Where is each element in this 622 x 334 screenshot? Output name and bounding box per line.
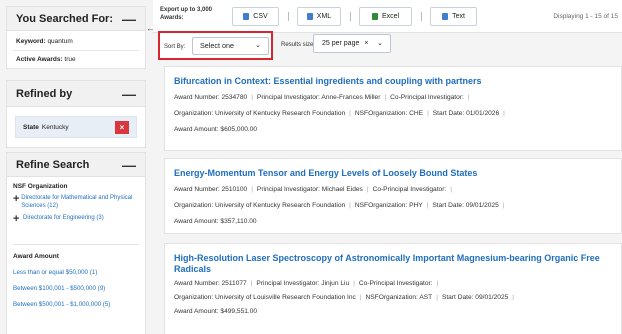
principal-investigator: Principal Investigator: Michael Eides: [256, 186, 363, 193]
award-title-link[interactable]: Energy-Momentum Tensor and Energy Levels…: [174, 168, 612, 179]
state-chip-value: Kentucky: [41, 123, 69, 131]
org-filter-item[interactable]: + Directorate for Engineering (3): [7, 214, 145, 225]
start-date: Start Date: 09/01/2025: [432, 202, 499, 209]
organization: Organization: University of Kentucky Res…: [174, 110, 346, 117]
export-excel-button[interactable]: Excel: [359, 7, 412, 26]
award-title-link[interactable]: Bifurcation in Context: Essential ingred…: [174, 76, 612, 87]
keyword-criteria: Keyword: quantum: [7, 37, 145, 46]
refine-search-panel: Refine Search — NSF Organization + Direc…: [6, 152, 146, 334]
expand-plus-icon[interactable]: +: [13, 194, 21, 205]
searched-panel: You Searched For: — Keyword: quantum Act…: [6, 6, 146, 69]
sidebar: You Searched For: — Keyword: quantum Act…: [0, 0, 155, 334]
divider: [13, 50, 139, 51]
export-text-button[interactable]: Text: [430, 7, 477, 26]
results-size-label: Results size:: [281, 42, 316, 48]
sort-by-value: Select one: [200, 41, 234, 50]
results-size-select[interactable]: 25 per page × ⌄: [313, 34, 391, 53]
org-filter-link[interactable]: Directorate for Engineering (3): [23, 215, 104, 223]
award-number: Award Number: 2510100: [174, 186, 248, 193]
principal-investigator: Principal Investigator: Anne-Frances Mil…: [256, 94, 381, 101]
award-org-line: Organization: University of Kentucky Res…: [174, 202, 505, 209]
collapse-dash-icon[interactable]: —: [122, 12, 136, 26]
organization: Organization: University of Kentucky Res…: [174, 202, 346, 209]
active-value: true: [64, 56, 76, 63]
export-csv-button[interactable]: CSV: [232, 7, 279, 26]
divider: [350, 12, 351, 21]
file-icon: [306, 13, 313, 20]
searched-panel-title: You Searched For:: [16, 12, 113, 25]
remove-filter-icon[interactable]: ×: [115, 121, 129, 134]
export-label: Export up to 3,000 Awards:: [160, 7, 213, 21]
keyword-value: quantum: [47, 38, 73, 45]
amount-filter-link[interactable]: Between $100,001 - $500,000 (9): [7, 285, 145, 292]
start-date: Start Date: 09/01/2025: [441, 294, 509, 301]
state-filter-chip: State Kentucky ×: [15, 116, 137, 138]
award-amount: Award Amount: $499,551.00: [174, 308, 258, 315]
chevron-down-icon: ⌄: [377, 40, 383, 47]
award-number: Award Number: 2534780: [174, 94, 248, 101]
results-count: Displaying 1 - 15 of 15: [553, 13, 618, 20]
refine-search-header[interactable]: Refine Search —: [7, 153, 145, 177]
award-amount: Award Amount: $357,110.00: [174, 218, 257, 225]
nsf-organization: NSFOrganization: AST: [365, 294, 433, 301]
sort-by-label: Sort By:: [164, 44, 186, 50]
sort-by-control: Sort By: Select one ⌄: [158, 31, 273, 60]
refined-by-panel: Refined by — State Kentucky ×: [6, 80, 146, 148]
searched-panel-header[interactable]: You Searched For: —: [7, 7, 145, 31]
excel-label: Excel: [381, 13, 400, 20]
award-result-card: Energy-Momentum Tensor and Energy Levels…: [164, 158, 622, 234]
excel-file-icon: [371, 13, 378, 20]
award-meta-line: Award Number: 2534780 | Principal Investig…: [174, 94, 470, 101]
principal-investigator: Principal Investigator: Jinjun Liu: [256, 280, 350, 287]
award-number: Award Number: 2511077: [174, 280, 247, 287]
collapse-dash-icon[interactable]: —: [122, 158, 136, 172]
file-icon: [442, 13, 449, 20]
organization: Organization: University of Louisville R…: [174, 294, 356, 301]
award-meta-line: Award Number: 2511077 | Principal Investig…: [174, 280, 439, 287]
amount-filter-link[interactable]: Less than or equal $50,000 (1): [7, 269, 145, 276]
award-title-link[interactable]: High-Resolution Laser Spectroscopy of As…: [174, 253, 612, 275]
export-toolbar: Export up to 3,000 Awards: CSV XML Excel…: [153, 0, 622, 33]
co-principal-investigator: Co-Principal Investigator:: [358, 280, 433, 287]
active-criteria: Active Awards: true: [7, 55, 145, 64]
sort-by-select[interactable]: Select one ⌄: [192, 37, 269, 55]
award-amount-heading: Award Amount: [13, 253, 59, 260]
award-org-line: Organization: University of Kentucky Res…: [174, 110, 505, 117]
refined-by-header[interactable]: Refined by —: [7, 81, 145, 107]
org-filter-link[interactable]: Directorate for Mathematical and Physica…: [21, 195, 145, 210]
xml-label: XML: [316, 13, 332, 20]
nsf-organization: NSFOrganization: PHY: [354, 202, 423, 209]
nsf-organization: NSFOrganization: CHE: [354, 110, 424, 117]
divider: [288, 12, 289, 21]
co-principal-investigator: Co-Principal Investigator:: [372, 186, 447, 193]
expand-plus-icon[interactable]: +: [13, 214, 23, 225]
start-date: Start Date: 01/01/2026: [432, 110, 500, 117]
award-meta-line: Award Number: 2510100 | Principal Investig…: [174, 186, 452, 193]
divider: [421, 12, 422, 21]
results-size-value: 25 per page: [322, 40, 360, 47]
csv-label: CSV: [253, 13, 268, 20]
chevron-down-icon: ⌄: [255, 42, 261, 49]
refine-search-title: Refine Search: [16, 158, 90, 171]
award-amount: Award Amount: $605,000.00: [174, 126, 258, 133]
amount-filter-link[interactable]: Between $500,001 - $1,000,000 (5): [7, 301, 145, 308]
export-xml-button[interactable]: XML: [297, 7, 341, 26]
file-icon: [243, 13, 250, 20]
co-principal-investigator: Co-Principal Investigator:: [390, 94, 464, 101]
clear-icon[interactable]: ×: [364, 40, 368, 47]
award-org-line: Organization: University of Louisville R…: [174, 294, 515, 301]
collapse-dash-icon[interactable]: —: [122, 87, 136, 101]
award-result-card: High-Resolution Laser Spectroscopy of As…: [164, 243, 622, 334]
refined-by-title: Refined by: [16, 87, 73, 100]
text-label: Text: [452, 13, 465, 20]
keyword-label: Keyword:: [16, 38, 46, 45]
nsf-organization-heading: NSF Organization: [13, 183, 68, 190]
active-label: Active Awards:: [16, 56, 63, 63]
award-result-card: Bifurcation in Context: Essential ingred…: [164, 66, 622, 151]
org-filter-item[interactable]: + Directorate for Mathematical and Physi…: [7, 194, 145, 210]
state-chip-label: State: [23, 123, 39, 131]
divider: [13, 244, 139, 245]
